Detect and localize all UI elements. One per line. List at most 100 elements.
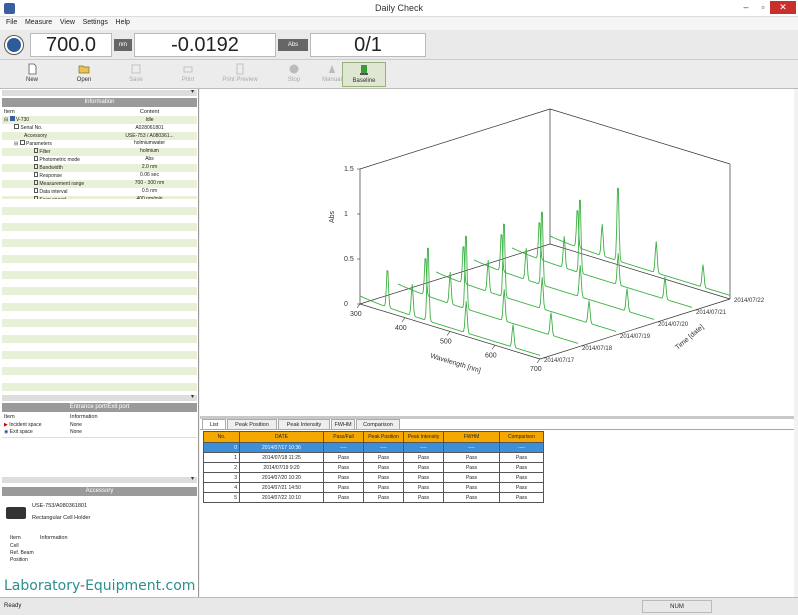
series-line	[473, 211, 655, 320]
entrance-pin-bar[interactable]: ▾	[2, 394, 197, 401]
row-result: Pass	[323, 472, 364, 483]
table-row[interactable]: ⊟ Parameters holmiumwater	[2, 139, 197, 148]
col-no[interactable]: No.	[203, 431, 240, 443]
menu-measure[interactable]: Measure	[25, 19, 52, 26]
row-result: Pass	[363, 462, 404, 473]
table-row[interactable]: Position	[8, 557, 193, 565]
tab-list[interactable]: List	[202, 419, 226, 429]
tab-peak-position[interactable]: Peak Position	[227, 419, 277, 429]
col-date[interactable]: DATE	[239, 431, 324, 443]
print-button[interactable]: Print	[166, 62, 210, 87]
row-result: Pass	[403, 452, 444, 463]
col-pass-fail[interactable]: Pass/Fail	[323, 431, 364, 443]
document-icon	[34, 187, 38, 193]
x-tick	[536, 358, 541, 364]
row-date: 2014/07/18 11:25	[239, 452, 324, 463]
y-tick-label: 1	[344, 211, 348, 218]
table-row[interactable]: Serial No. A028061801	[2, 124, 197, 132]
info-item: V-730	[15, 117, 30, 124]
row-number: 4	[203, 482, 240, 493]
table-row[interactable]: Accessory USE-753 / A080361...	[2, 132, 197, 140]
table-row[interactable]: Measurement range 700 - 300 nm	[2, 179, 197, 188]
x-tick-label: 400	[395, 325, 407, 332]
time-tick-label: 2014/07/21	[696, 310, 727, 316]
table-row[interactable]: Bandwidth 2.0 nm	[2, 163, 197, 172]
minimize-button[interactable]: –	[737, 1, 755, 14]
row-result: Pass	[499, 472, 544, 483]
row-number: 3	[203, 472, 240, 483]
col-peak-intensity[interactable]: Peak Intensity	[403, 431, 444, 443]
row-result: Pass	[323, 492, 364, 503]
table-row[interactable]: ⊟ V-730 Idle	[2, 116, 197, 125]
table-row[interactable]: Cell	[8, 542, 193, 550]
table-row[interactable]: Photometric mode Abs	[2, 155, 197, 164]
open-button[interactable]: Open	[62, 62, 106, 87]
entrance-info: None	[68, 428, 197, 437]
save-button[interactable]: Save	[114, 62, 158, 87]
row-number: 5	[203, 492, 240, 503]
accessory-pin-bar[interactable]: ▾	[2, 476, 197, 483]
baseline-button[interactable]: Baseline	[342, 62, 386, 87]
col-comparison[interactable]: Comparison	[499, 431, 544, 443]
open-label: Open	[76, 77, 92, 83]
document-icon	[34, 147, 38, 153]
info-item: Photometric mode	[39, 156, 80, 163]
new-button[interactable]: New	[10, 62, 54, 87]
info-content: USE-753 / A080361...	[102, 132, 197, 140]
table-row[interactable]: ◉ Exit space None	[2, 428, 197, 437]
table-row[interactable]: 2 2014/07/19 9:20 Pass Pass Pass Pass Pass	[203, 462, 544, 473]
entrance-info: None	[68, 421, 197, 429]
time-tick-label: 2014/07/17	[544, 358, 575, 364]
row-result: Pass	[323, 482, 364, 493]
accessory-item: Cell	[8, 542, 38, 550]
waterfall-chart[interactable]: 2014/07/22 2014/07/21 2014/07/20 2014/07/19…	[200, 89, 794, 416]
document-icon	[34, 163, 38, 169]
info-item: Response	[39, 172, 62, 179]
table-row[interactable]: 4 2014/07/21 14:50 Pass Pass Pass Pass Pass	[203, 482, 544, 493]
incident-arrow-icon: ▶	[4, 421, 8, 428]
row-number: 0	[203, 442, 240, 453]
tab-fwhm[interactable]: FWHM	[331, 419, 355, 429]
row-result: Pass	[443, 452, 500, 463]
table-row[interactable]: Ref. Beam	[8, 549, 193, 558]
row-result: Pass	[443, 492, 500, 503]
menu-help[interactable]: Help	[116, 19, 130, 26]
information-pin-bar[interactable]: ▾	[2, 89, 197, 96]
instrument-icon[interactable]	[5, 36, 23, 54]
table-row[interactable]: Data interval 0.5 nm	[2, 187, 197, 196]
x-tick-label: 600	[485, 352, 497, 359]
readout-bar: 700.0 nm -0.0192 Abs 0/1	[0, 30, 798, 60]
y-tick-label: 0	[344, 301, 348, 308]
menu-settings[interactable]: Settings	[83, 19, 108, 26]
row-result: ----	[499, 442, 544, 453]
expand-icon[interactable]: ⊟	[14, 141, 18, 147]
watermark: Laboratory-Equipment.com	[4, 578, 195, 594]
table-row[interactable]: 0 2014/07/17 10:36 ---- ---- ---- ---- ----	[203, 442, 544, 453]
menu-file[interactable]: File	[6, 19, 17, 26]
y-tick-label: 1.5	[344, 166, 354, 173]
print-preview-button[interactable]: Print Preview	[218, 62, 262, 87]
tab-comparison[interactable]: Comparison	[356, 419, 400, 429]
col-fwhm[interactable]: FWHM	[443, 431, 500, 443]
status-text: Ready	[4, 603, 22, 609]
table-row[interactable]: Filter holmium	[2, 147, 197, 156]
tab-peak-intensity[interactable]: Peak Intensity	[278, 419, 330, 429]
num-lock-indicator: NUM	[642, 600, 712, 613]
entrance-table: Item Information ▶ Incident space None ◉…	[2, 414, 197, 437]
y-tick-label: 0.5	[344, 256, 354, 263]
table-row[interactable]: ▶ Incident space None	[2, 421, 197, 429]
table-row[interactable]: Response 0.06 sec	[2, 171, 197, 180]
col-peak-position[interactable]: Peak Position	[363, 431, 404, 443]
table-row[interactable]: 1 2014/07/18 11:25 Pass Pass Pass Pass Pass	[203, 452, 544, 463]
close-button[interactable]: ✕	[770, 1, 796, 14]
table-row[interactable]: 5 2014/07/22 10:10 Pass Pass Pass Pass Pass	[203, 492, 544, 503]
expand-icon[interactable]: ⊟	[4, 117, 8, 123]
chart-frame-line	[359, 243, 551, 305]
serial-icon	[14, 124, 19, 130]
folder-icon	[78, 65, 90, 74]
row-result: Pass	[403, 482, 444, 493]
save-icon	[131, 64, 141, 74]
menu-view[interactable]: View	[60, 19, 75, 26]
watermark-part: Laboratory	[4, 578, 81, 594]
table-row[interactable]: 3 2014/07/20 10:20 Pass Pass Pass Pass Pass	[203, 472, 544, 483]
